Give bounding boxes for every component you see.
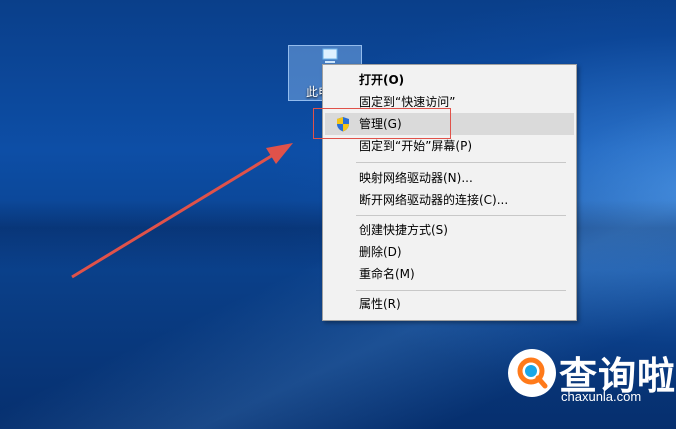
search-logo-icon	[508, 349, 556, 397]
watermark-url: chaxunla.com	[561, 389, 642, 404]
watermark-logo: 查询啦 chaxunla.com	[497, 337, 676, 429]
